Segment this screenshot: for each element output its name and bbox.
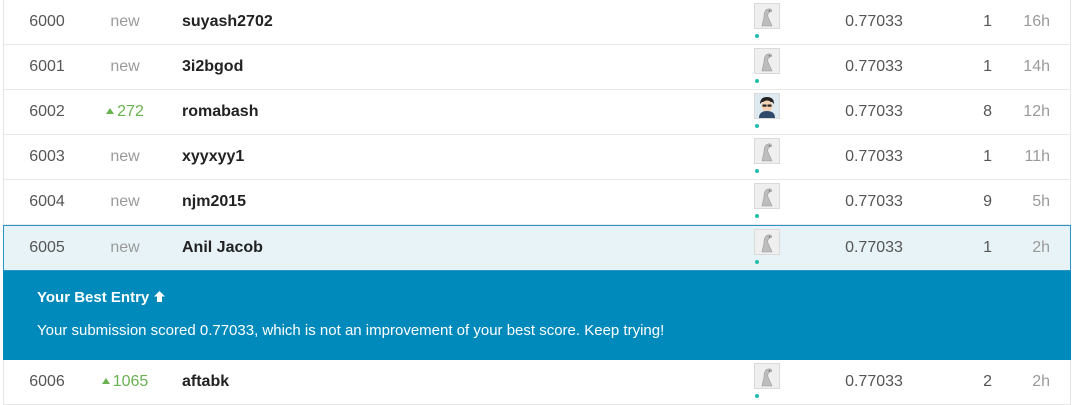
entries-cell: 9 <box>983 193 992 210</box>
user-photo-icon[interactable] <box>754 93 780 119</box>
last-submission-cell: 5h <box>1032 193 1050 210</box>
team-members <box>754 135 784 179</box>
team-members <box>754 180 784 224</box>
table-row[interactable]: 6004 new njm2015 0.77033 9 5h <box>4 180 1070 225</box>
best-entry-banner: Your Best Entry Your submission scored 0… <box>3 271 1071 360</box>
team-name-link[interactable]: njm2015 <box>182 180 682 224</box>
last-submission-cell: 14h <box>1023 58 1050 75</box>
score-cell: 0.77033 <box>845 13 903 30</box>
rank-cell: 6004 <box>29 193 65 210</box>
rank-change-label: new <box>110 13 140 30</box>
rank-cell: 6003 <box>29 148 65 165</box>
triangle-up-icon <box>106 108 115 114</box>
score-cell: 0.77033 <box>845 239 903 256</box>
team-name-link[interactable]: suyash2702 <box>182 0 682 44</box>
entries-cell: 2 <box>983 373 992 390</box>
last-submission-cell: 12h <box>1023 103 1050 120</box>
table-row[interactable]: 6002 272 romabash 0.77033 8 12h <box>4 90 1070 135</box>
online-indicator-icon <box>755 394 759 398</box>
table-row[interactable]: 6006 1065 aftabk 0.77033 2 2h <box>4 360 1070 405</box>
team-name-link[interactable]: 3i2bgod <box>182 45 682 89</box>
team-members <box>754 90 784 134</box>
score-cell: 0.77033 <box>845 373 903 390</box>
team-members <box>754 226 784 270</box>
rank-change-label: new <box>110 58 140 75</box>
rank-cell: 6001 <box>29 58 65 75</box>
banner-message: Your submission scored 0.77033, which is… <box>37 322 665 339</box>
online-indicator-icon <box>755 34 759 38</box>
rank-change-label: new <box>110 193 140 210</box>
rank-change-label: 272 <box>117 103 144 120</box>
rank-change-cell: new <box>90 180 160 224</box>
entries-cell: 1 <box>983 239 992 256</box>
online-indicator-icon <box>755 214 759 218</box>
banner-title-text: Your Best Entry <box>37 289 150 306</box>
leaderboard: 6000 new suyash2702 0.77033 1 16h 6001 n… <box>3 0 1071 405</box>
goose-icon[interactable] <box>754 183 780 209</box>
entries-cell: 1 <box>983 148 992 165</box>
entries-cell: 1 <box>983 58 992 75</box>
rank-change-label: 1065 <box>112 373 149 390</box>
my-entry-row[interactable]: 6005 new Anil Jacob 0.77033 1 2h <box>3 225 1071 271</box>
last-submission-cell: 2h <box>1032 239 1050 256</box>
rank-change-cell: 272 <box>90 90 160 134</box>
banner-title: Your Best Entry <box>37 289 166 307</box>
team-name-link[interactable]: aftabk <box>182 360 682 404</box>
score-cell: 0.77033 <box>845 58 903 75</box>
online-indicator-icon <box>755 260 759 264</box>
goose-icon[interactable] <box>754 363 780 389</box>
goose-icon[interactable] <box>754 229 780 255</box>
rank-change-cell: 1065 <box>90 360 160 404</box>
score-cell: 0.77033 <box>845 103 903 120</box>
rank-cell: 6006 <box>29 373 65 390</box>
goose-icon[interactable] <box>754 48 780 74</box>
table-row[interactable]: 6000 new suyash2702 0.77033 1 16h <box>4 0 1070 45</box>
online-indicator-icon <box>755 124 759 128</box>
rank-change-label: new <box>110 148 140 165</box>
team-members <box>754 360 784 404</box>
last-submission-cell: 2h <box>1032 373 1050 390</box>
rank-change-cell: new <box>90 135 160 179</box>
team-name-link[interactable]: Anil Jacob <box>182 226 682 270</box>
triangle-up-icon <box>101 378 110 384</box>
team-members <box>754 45 784 89</box>
rank-change-cell: new <box>90 226 160 270</box>
online-indicator-icon <box>755 169 759 173</box>
table-row[interactable]: 6001 new 3i2bgod 0.77033 1 14h <box>4 45 1070 90</box>
last-submission-cell: 11h <box>1024 148 1050 165</box>
arrow-up-icon <box>153 290 166 307</box>
team-name-link[interactable]: romabash <box>182 90 682 134</box>
team-members <box>754 0 784 44</box>
entries-cell: 1 <box>983 13 992 30</box>
rank-cell: 6000 <box>29 13 65 30</box>
rank-cell: 6005 <box>29 239 65 256</box>
rank-change-cell: new <box>90 0 160 44</box>
score-cell: 0.77033 <box>845 148 903 165</box>
score-cell: 0.77033 <box>845 193 903 210</box>
rank-cell: 6002 <box>29 103 65 120</box>
goose-icon[interactable] <box>754 138 780 164</box>
last-submission-cell: 16h <box>1023 13 1050 30</box>
goose-icon[interactable] <box>754 3 780 29</box>
online-indicator-icon <box>755 79 759 83</box>
table-row[interactable]: 6003 new xyyxyy1 0.77033 1 11h <box>4 135 1070 180</box>
rank-change-cell: new <box>90 45 160 89</box>
rank-change-label: new <box>110 239 140 256</box>
entries-cell: 8 <box>983 103 992 120</box>
team-name-link[interactable]: xyyxyy1 <box>182 135 682 179</box>
